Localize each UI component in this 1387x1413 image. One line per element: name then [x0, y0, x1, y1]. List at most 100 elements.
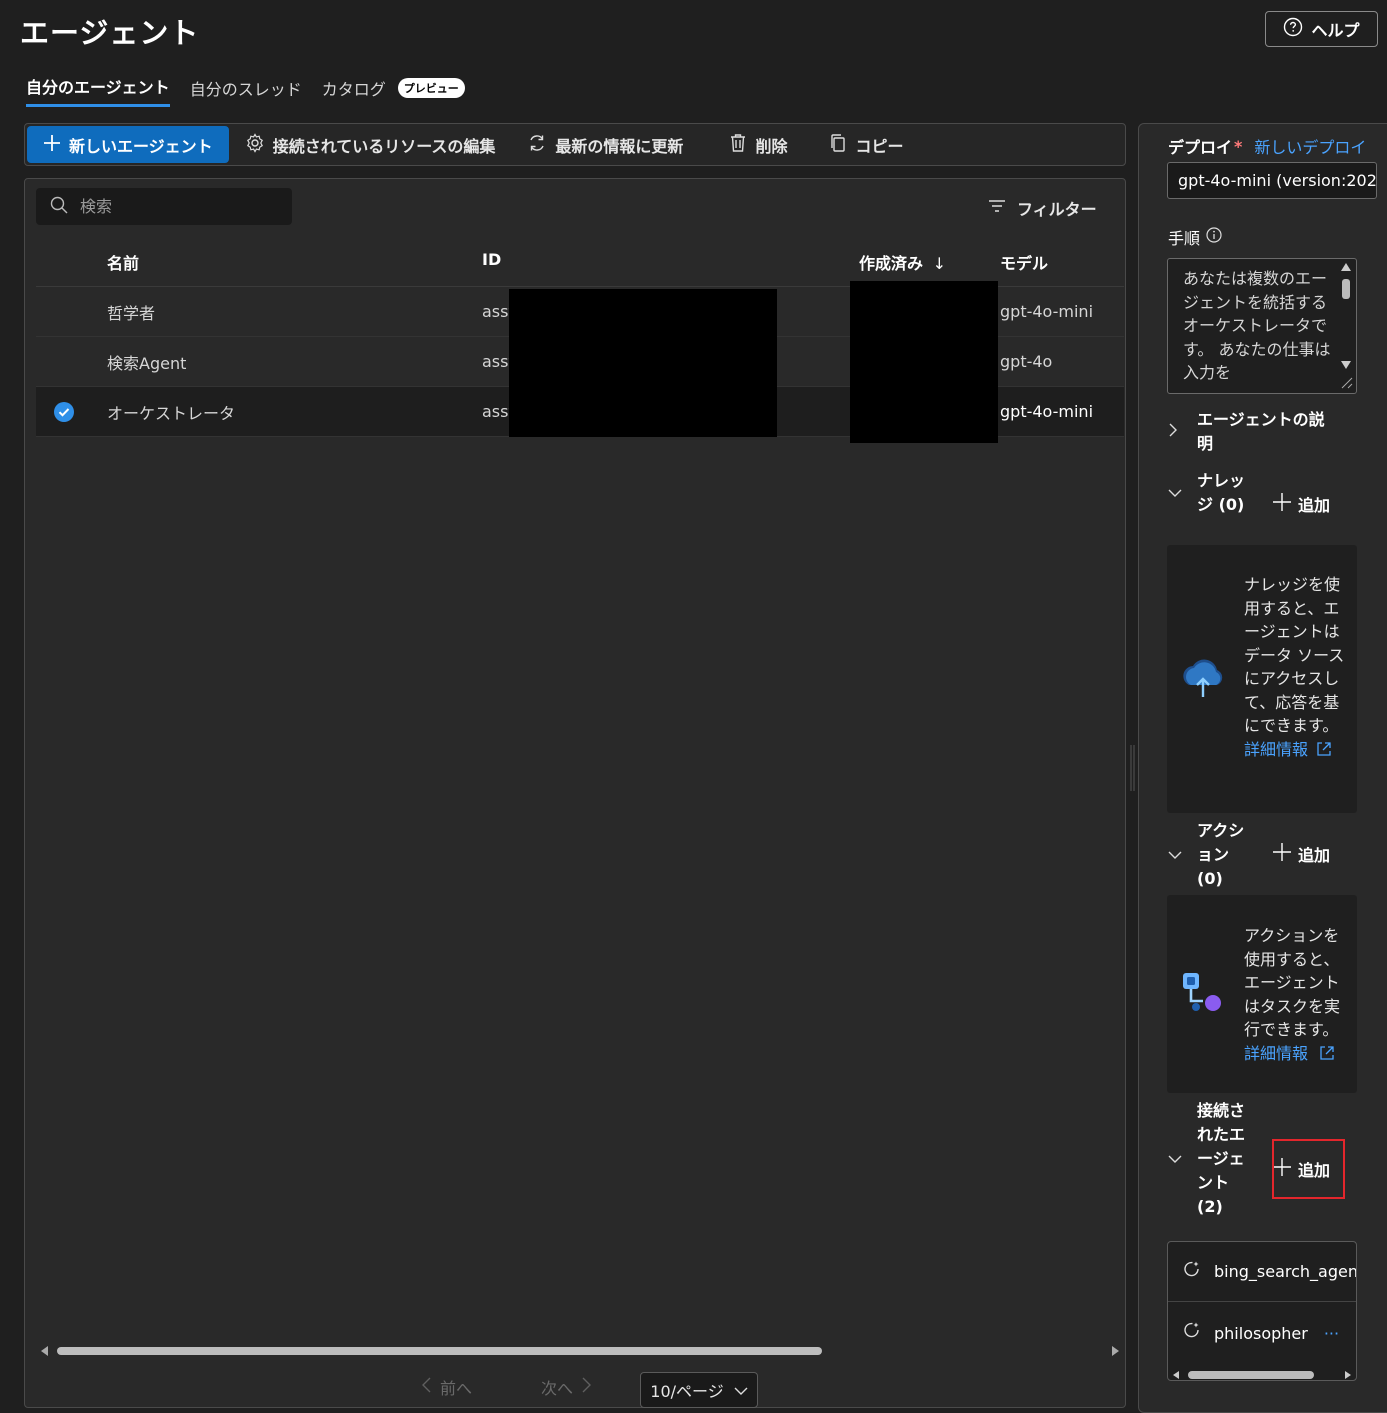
chevron-down-icon [1167, 1150, 1197, 1169]
column-header-name[interactable]: 名前 [107, 250, 139, 274]
chevron-right-icon [1167, 422, 1197, 442]
filter-button[interactable]: フィルター [987, 196, 1097, 220]
agent-description-section[interactable]: エージェントの説明 [1167, 408, 1337, 456]
copy-button[interactable]: コピー [813, 126, 919, 163]
connected-agent-item[interactable]: philosopher ··· [1168, 1303, 1356, 1363]
sort-down-icon: ↓ [932, 254, 946, 273]
refresh-button[interactable]: 最新の情報に更新 [511, 126, 699, 163]
agent-name[interactable]: 検索Agent [107, 350, 186, 374]
instructions-label: 手順 [1168, 229, 1201, 248]
actions-info-card: アクションを使用すると、エージェントはタスクを実行できます。詳細情報 [1167, 895, 1357, 1093]
agent-icon [1182, 1260, 1202, 1284]
filter-icon [987, 198, 1007, 218]
help-label: ヘルプ [1311, 21, 1360, 40]
help-button[interactable]: ヘルプ [1265, 11, 1378, 47]
chevron-right-icon [581, 1376, 593, 1398]
deploy-select[interactable]: gpt-4o-mini (version:2024 [1167, 162, 1377, 199]
edit-resources-button[interactable]: 接続されているリソースの編集 [229, 126, 512, 163]
trash-icon [729, 133, 747, 157]
knowledge-section-header[interactable]: ナレッジ (0) [1167, 469, 1245, 517]
edit-resources-label: 接続されているリソースの編集 [272, 136, 496, 156]
page-title: エージェント [20, 16, 200, 50]
knowledge-description: ナレッジを使用すると、エージェントはデータ ソースにアクセスして、応答を基にでき… [1244, 575, 1345, 735]
chevron-left-icon [420, 1376, 432, 1398]
chevron-down-icon [1167, 846, 1197, 865]
prev-page-button[interactable]: 前へ [420, 1375, 472, 1399]
agent-description-title: エージェントの説明 [1197, 410, 1325, 453]
search-icon [50, 196, 68, 218]
chevron-down-icon [1167, 484, 1197, 503]
tab-catalog[interactable]: カタログ [322, 76, 386, 106]
deploy-label: デプロイ [1168, 138, 1233, 157]
connected-agent-item[interactable]: bing_search_agent [1168, 1242, 1357, 1302]
agent-name[interactable]: オーケストレータ [107, 400, 235, 424]
agent-name[interactable]: 哲学者 [107, 300, 155, 324]
actions-add-label: 追加 [1298, 846, 1331, 865]
gear-icon [245, 132, 265, 157]
actions-add-button[interactable]: 追加 [1272, 842, 1330, 866]
delete-label: 削除 [755, 136, 788, 156]
filter-label: フィルター [1017, 200, 1097, 219]
plus-icon [1272, 492, 1292, 516]
highlight-box [1272, 1139, 1345, 1199]
actions-learn-more-link[interactable]: 詳細情報 [1244, 1044, 1308, 1063]
connected-agents-title: 接続されたエージェント (2) [1197, 1101, 1246, 1216]
resize-grip-icon[interactable] [1338, 374, 1354, 390]
next-page-button[interactable]: 次へ [541, 1375, 593, 1399]
agent-model: gpt-4o-mini [1000, 302, 1094, 321]
instructions-scrollbar[interactable] [1339, 262, 1353, 370]
agent-model: gpt-4o-mini [1000, 402, 1094, 421]
instructions-textarea[interactable]: あなたは複数のエージェントを統括するオーケストレータです。 あなたの仕事は入力を [1167, 258, 1357, 394]
copy-icon [829, 133, 847, 157]
knowledge-info-card: ナレッジを使用すると、エージェントはデータ ソースにアクセスして、応答を基にでき… [1167, 545, 1357, 813]
open-external-icon[interactable] [1316, 740, 1332, 764]
search-box[interactable] [36, 188, 292, 225]
search-input[interactable] [78, 196, 268, 217]
copy-label: コピー [855, 136, 904, 156]
checkmark-circle-icon[interactable] [53, 401, 75, 427]
knowledge-add-button[interactable]: 追加 [1272, 492, 1330, 516]
actions-info-text: アクションを使用すると、エージェントはタスクを実行できます。詳細情報 [1244, 924, 1350, 1067]
new-agent-label: 新しいエージェント [69, 136, 213, 156]
prev-label: 前へ [440, 1379, 473, 1398]
info-icon[interactable] [1206, 227, 1222, 247]
agent-model: gpt-4o [1000, 352, 1053, 371]
tab-my-agents[interactable]: 自分のエージェント [26, 74, 170, 107]
connected-agents-list: bing_search_agent philosopher ··· [1167, 1241, 1357, 1381]
deploy-header: デプロイ * 新しいデプロイ [1168, 134, 1366, 158]
preview-badge: プレビュー [397, 77, 465, 98]
actions-title: アクション (0) [1197, 821, 1245, 888]
chevron-down-icon [734, 1381, 748, 1400]
connected-agents-section-header[interactable]: 接続されたエージェント (2) [1167, 1099, 1245, 1219]
tab-bar: 自分のエージェント 自分のスレッド カタログ プレビュー [26, 74, 465, 107]
page-size-select[interactable]: 10/ページ [640, 1372, 758, 1408]
refresh-label: 最新の情報に更新 [555, 136, 684, 156]
delete-button[interactable]: 削除 [713, 126, 803, 163]
column-header-created[interactable]: 作成済み ↓ [859, 250, 946, 274]
open-external-icon[interactable] [1319, 1044, 1335, 1068]
panel-resize-handle[interactable] [1130, 745, 1136, 791]
actions-section-header[interactable]: アクション (0) [1167, 819, 1245, 891]
redacted-id-block [509, 289, 777, 437]
plus-icon [43, 134, 61, 156]
knowledge-info-text: ナレッジを使用すると、エージェントはデータ ソースにアクセスして、応答を基にでき… [1244, 573, 1350, 763]
plus-icon [1272, 842, 1292, 866]
question-circle-icon [1283, 17, 1303, 41]
created-header-label: 作成済み [859, 254, 924, 273]
workflow-icon [1181, 971, 1225, 1023]
list-horizontal-scrollbar[interactable] [1172, 1366, 1352, 1379]
tab-my-threads[interactable]: 自分のスレッド [190, 76, 302, 106]
instructions-text: あなたは複数のエージェントを統括するオーケストレータです。 あなたの仕事は入力を [1183, 269, 1331, 382]
horizontal-scrollbar[interactable] [40, 1343, 1120, 1357]
column-header-id[interactable]: ID [482, 250, 501, 269]
more-options-icon[interactable]: ··· [1324, 1324, 1339, 1343]
new-agent-button[interactable]: 新しいエージェント [27, 126, 229, 163]
toolbar: 新しいエージェント 接続されているリソースの編集 最新の情報に更新 削除 コピー [24, 123, 1126, 166]
new-deploy-link[interactable]: 新しいデプロイ [1254, 134, 1366, 158]
column-header-model[interactable]: モデル [1000, 250, 1048, 274]
connected-agent-name: bing_search_agent [1214, 1262, 1357, 1281]
knowledge-learn-more-link[interactable]: 詳細情報 [1244, 740, 1308, 759]
next-label: 次へ [541, 1379, 574, 1398]
knowledge-add-label: 追加 [1298, 496, 1331, 515]
knowledge-title: ナレッジ (0) [1197, 471, 1246, 514]
